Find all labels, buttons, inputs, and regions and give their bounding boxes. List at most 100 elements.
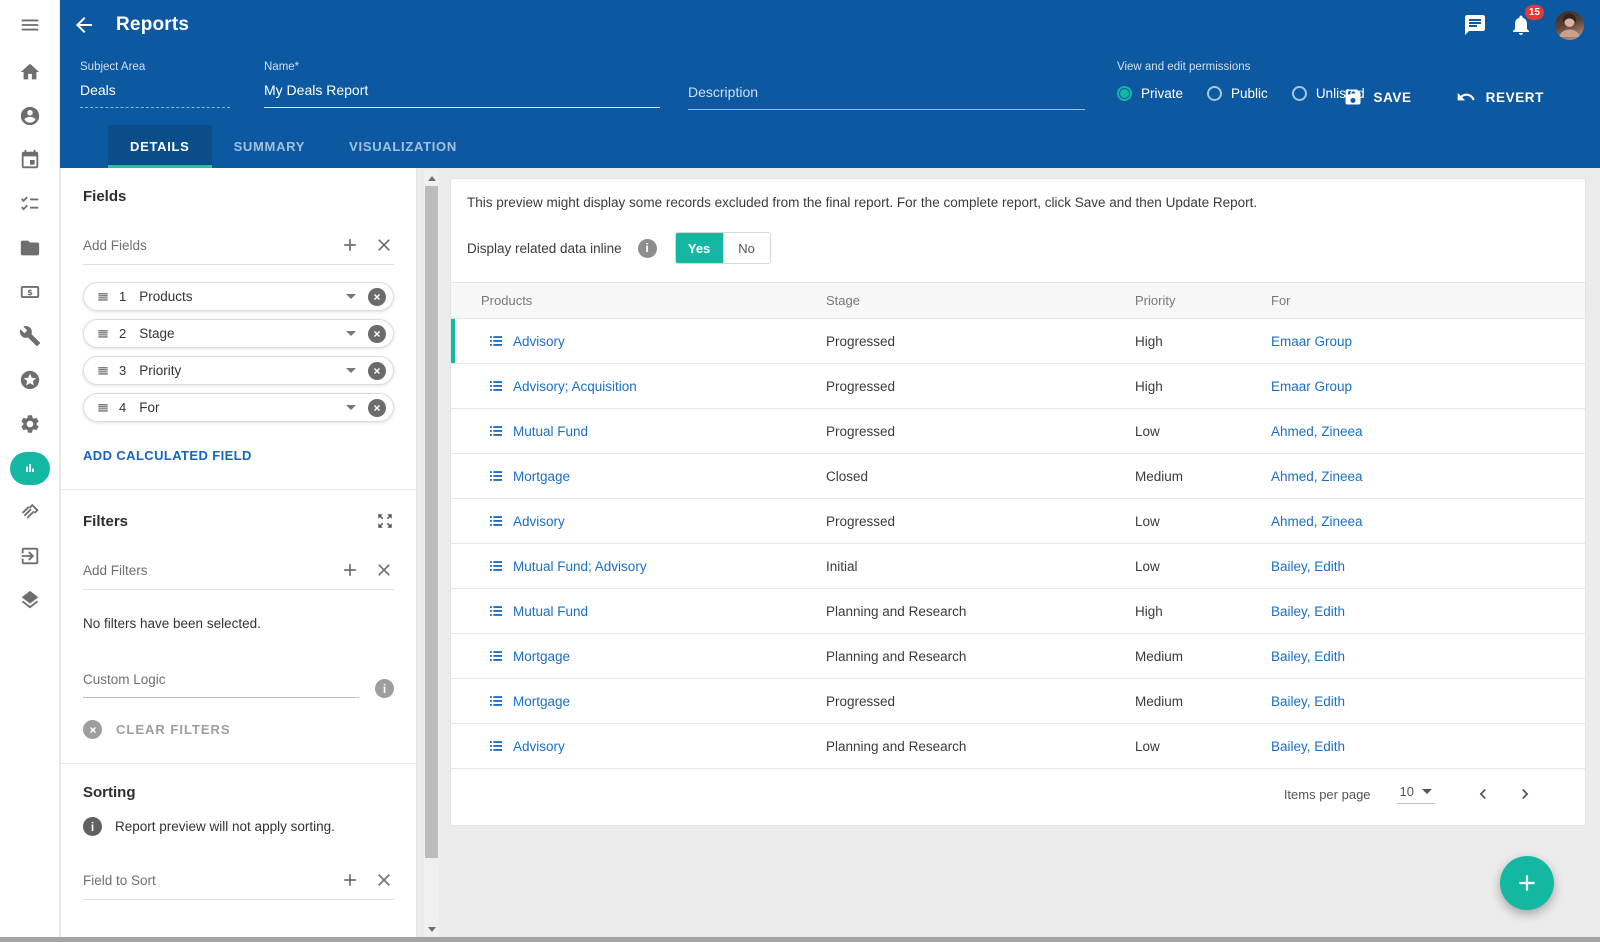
add-filters-plus-icon[interactable] xyxy=(340,560,360,580)
info-icon[interactable]: i xyxy=(375,679,394,698)
table-row[interactable]: Advisory Progressed Low Ahmed, Zineea xyxy=(451,499,1585,544)
remove-field-icon[interactable] xyxy=(368,288,386,306)
field-pill[interactable]: 1 Products xyxy=(83,282,394,311)
tab-summary[interactable]: SUMMARY xyxy=(212,125,328,168)
next-page-icon[interactable] xyxy=(1515,784,1535,804)
product-link[interactable]: Advisory xyxy=(513,739,565,754)
add-calculated-field-button[interactable]: ADD CALCULATED FIELD xyxy=(83,448,252,463)
contacts-icon[interactable] xyxy=(0,94,60,138)
table-row[interactable]: Mutual Fund; Advisory Initial Low Bailey… xyxy=(451,544,1585,589)
add-fab-button[interactable] xyxy=(1500,856,1554,910)
product-link[interactable]: Mortgage xyxy=(513,649,570,664)
back-arrow-icon[interactable] xyxy=(72,12,98,38)
scroll-down-arrow[interactable] xyxy=(424,923,439,935)
product-link[interactable]: Mortgage xyxy=(513,469,570,484)
tab-visualization[interactable]: VISUALIZATION xyxy=(327,125,479,168)
bell-icon[interactable]: 15 xyxy=(1509,13,1533,37)
home-icon[interactable] xyxy=(0,50,60,94)
info-icon[interactable]: i xyxy=(638,239,657,258)
vertical-scrollbar[interactable] xyxy=(424,170,439,937)
tasks-checklist-icon[interactable] xyxy=(0,182,60,226)
for-link[interactable]: Ahmed, Zineea xyxy=(1271,469,1363,484)
tab-details[interactable]: DETAILS xyxy=(108,125,212,168)
previous-page-icon[interactable] xyxy=(1473,784,1493,804)
add-fields-label[interactable]: Add Fields xyxy=(83,238,340,253)
column-header-stage[interactable]: Stage xyxy=(826,293,1135,308)
for-link[interactable]: Ahmed, Zineea xyxy=(1271,514,1363,529)
table-row[interactable]: Mutual Fund Planning and Research High B… xyxy=(451,589,1585,634)
field-to-sort-label[interactable]: Field to Sort xyxy=(83,873,340,888)
toggle-no-button[interactable]: No xyxy=(723,233,770,263)
for-link[interactable]: Emaar Group xyxy=(1271,334,1352,349)
remove-field-icon[interactable] xyxy=(368,399,386,417)
for-link[interactable]: Bailey, Edith xyxy=(1271,604,1345,619)
table-row[interactable]: Advisory Planning and Research Low Baile… xyxy=(451,724,1585,769)
table-row[interactable]: Advisory Progressed High Emaar Group xyxy=(451,319,1585,364)
toggle-yes-button[interactable]: Yes xyxy=(676,233,723,263)
field-pill[interactable]: 4 For xyxy=(83,393,394,422)
for-link[interactable]: Ahmed, Zineea xyxy=(1271,424,1363,439)
chat-icon[interactable] xyxy=(1463,13,1487,37)
table-row[interactable]: Mortgage Closed Medium Ahmed, Zineea xyxy=(451,454,1585,499)
payments-icon[interactable]: $ xyxy=(0,270,60,314)
chevron-down-icon[interactable] xyxy=(346,368,356,373)
drag-handle-icon[interactable] xyxy=(96,290,110,304)
for-link[interactable]: Bailey, Edith xyxy=(1271,694,1345,709)
remove-field-icon[interactable] xyxy=(368,325,386,343)
table-row[interactable]: Mortgage Planning and Research Medium Ba… xyxy=(451,634,1585,679)
column-header-for[interactable]: For xyxy=(1271,293,1585,308)
menu-icon[interactable] xyxy=(0,12,60,38)
name-field[interactable]: Name* My Deals Report xyxy=(264,61,660,108)
save-button[interactable]: SAVE xyxy=(1337,86,1417,108)
table-row[interactable]: Mutual Fund Progressed Low Ahmed, Zineea xyxy=(451,409,1585,454)
settings-gear-icon[interactable] xyxy=(0,402,60,446)
product-link[interactable]: Advisory; Acquisition xyxy=(513,379,637,394)
user-avatar[interactable] xyxy=(1555,11,1584,40)
column-header-products[interactable]: Products xyxy=(451,293,826,308)
drag-handle-icon[interactable] xyxy=(96,401,110,415)
remove-field-icon[interactable] xyxy=(368,362,386,380)
scrollbar-thumb[interactable] xyxy=(425,186,438,858)
add-fields-clear-icon[interactable] xyxy=(374,235,394,255)
table-row[interactable]: Advisory; Acquisition Progressed High Em… xyxy=(451,364,1585,409)
add-filters-clear-icon[interactable] xyxy=(374,560,394,580)
product-link[interactable]: Mutual Fund xyxy=(513,424,588,439)
product-link[interactable]: Advisory xyxy=(513,334,565,349)
add-sort-plus-icon[interactable] xyxy=(340,870,360,890)
product-link[interactable]: Advisory xyxy=(513,514,565,529)
product-link[interactable]: Mutual Fund xyxy=(513,604,588,619)
description-field[interactable]: Description xyxy=(688,61,1085,110)
drag-handle-icon[interactable] xyxy=(96,364,110,378)
for-link[interactable]: Emaar Group xyxy=(1271,379,1352,394)
radio-private[interactable]: Private xyxy=(1117,86,1183,101)
exit-icon[interactable] xyxy=(0,534,60,578)
column-header-priority[interactable]: Priority xyxy=(1135,293,1271,308)
custom-logic-input[interactable]: Custom Logic xyxy=(83,671,359,698)
deals-handshake-icon[interactable] xyxy=(0,490,60,534)
chevron-down-icon[interactable] xyxy=(346,405,356,410)
product-link[interactable]: Mortgage xyxy=(513,694,570,709)
for-link[interactable]: Bailey, Edith xyxy=(1271,649,1345,664)
add-filters-label[interactable]: Add Filters xyxy=(83,563,340,578)
tools-wrench-icon[interactable] xyxy=(0,314,60,358)
reports-chart-icon[interactable] xyxy=(0,446,60,490)
product-link[interactable]: Mutual Fund; Advisory xyxy=(513,559,647,574)
add-fields-plus-icon[interactable] xyxy=(340,235,360,255)
chevron-down-icon[interactable] xyxy=(346,294,356,299)
chevron-down-icon[interactable] xyxy=(346,331,356,336)
layers-icon[interactable] xyxy=(0,578,60,622)
field-pill[interactable]: 3 Priority xyxy=(83,356,394,385)
subject-area-field[interactable]: Subject Area Deals xyxy=(80,61,230,108)
scroll-up-arrow[interactable] xyxy=(424,172,439,184)
page-size-select[interactable]: 10 xyxy=(1397,784,1435,804)
expand-filters-icon[interactable] xyxy=(376,512,394,530)
radio-public[interactable]: Public xyxy=(1207,86,1268,101)
revert-button[interactable]: REVERT xyxy=(1450,86,1550,108)
calendar-icon[interactable] xyxy=(0,138,60,182)
field-pill[interactable]: 2 Stage xyxy=(83,319,394,348)
documents-folder-icon[interactable] xyxy=(0,226,60,270)
clear-filters-button[interactable]: CLEAR FILTERS xyxy=(83,720,231,739)
drag-handle-icon[interactable] xyxy=(96,327,110,341)
for-link[interactable]: Bailey, Edith xyxy=(1271,739,1345,754)
clear-sort-icon[interactable] xyxy=(374,870,394,890)
